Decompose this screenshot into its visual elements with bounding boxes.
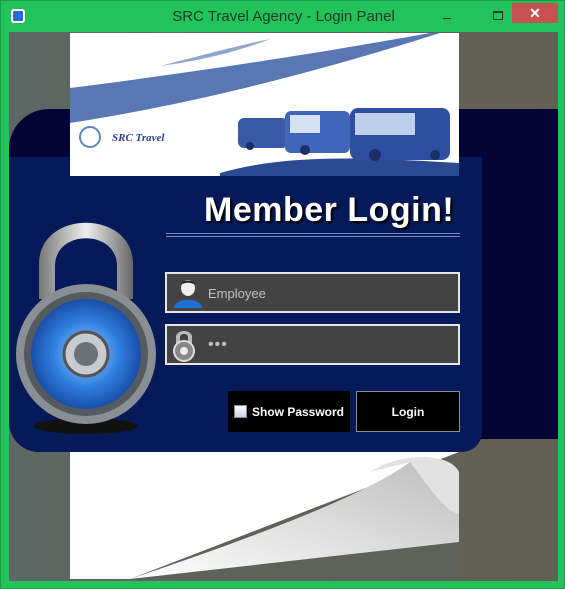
username-value: Employee bbox=[208, 286, 266, 301]
password-value: ••• bbox=[208, 336, 228, 353]
username-input[interactable]: Employee bbox=[165, 272, 460, 313]
banner-image: SRC Travel bbox=[70, 33, 459, 176]
combination-lock-icon bbox=[16, 222, 156, 434]
show-password-toggle[interactable]: Show Password bbox=[228, 391, 350, 432]
divider bbox=[166, 236, 460, 237]
title-bar[interactable]: SRC Travel Agency - Login Panel ‒ ✕ bbox=[1, 1, 565, 32]
padlock-icon bbox=[173, 331, 195, 362]
maximize-button[interactable] bbox=[487, 9, 509, 23]
page-curl-image bbox=[130, 452, 459, 579]
src-travel-logo: SRC Travel bbox=[79, 126, 165, 148]
user-icon bbox=[174, 280, 202, 308]
client-area: SRC Travel Member Login! Employee ••• Sh… bbox=[9, 32, 558, 581]
maximize-icon bbox=[493, 11, 503, 20]
vehicles-illustration bbox=[238, 108, 450, 161]
login-button[interactable]: Login bbox=[356, 391, 460, 432]
minimize-button[interactable]: ‒ bbox=[433, 9, 461, 25]
password-input[interactable]: ••• bbox=[165, 324, 460, 365]
show-password-checkbox[interactable] bbox=[233, 405, 247, 418]
window-title: SRC Travel Agency - Login Panel bbox=[172, 8, 395, 25]
app-window: SRC Travel Agency - Login Panel ‒ ✕ SRC … bbox=[0, 0, 565, 589]
divider bbox=[166, 233, 460, 234]
svg-text:SRC Travel: SRC Travel bbox=[112, 132, 165, 144]
close-button[interactable]: ✕ bbox=[512, 3, 558, 23]
page-title: Member Login! bbox=[204, 191, 455, 229]
show-password-label: Show Password bbox=[251, 404, 345, 419]
